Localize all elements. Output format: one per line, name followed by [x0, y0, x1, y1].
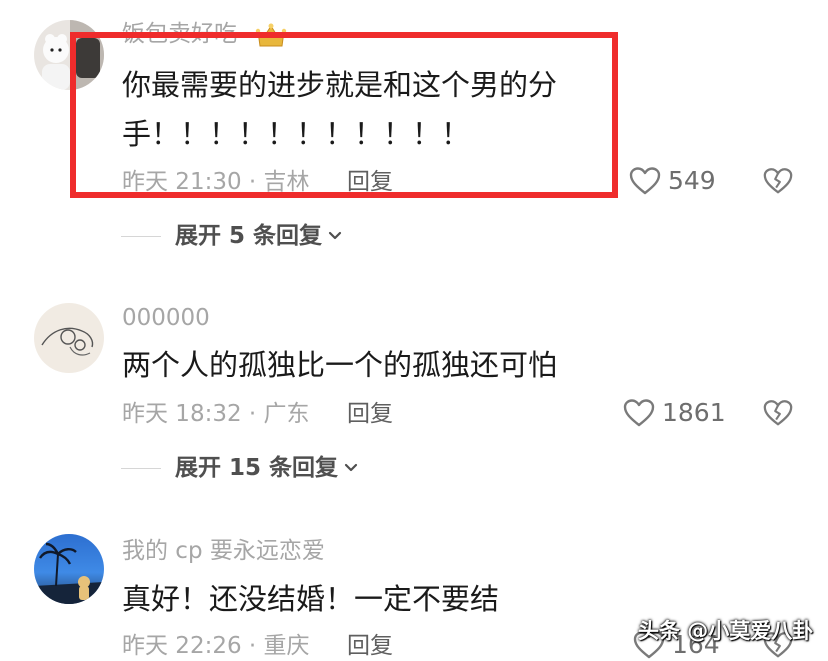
avatar[interactable]: [34, 303, 104, 373]
dislike-button[interactable]: [762, 166, 794, 196]
comment-text-line: 两个人的孤独比一个的孤独还可怕: [122, 348, 558, 382]
avatar[interactable]: [34, 20, 104, 90]
comment-text-line: 你最需要的进步就是和这个男的分: [122, 68, 558, 102]
expand-replies-label: 展开 15 条回复: [175, 455, 339, 481]
expand-replies-button[interactable]: 展开 5 条回复: [121, 222, 343, 250]
crown-badge-icon: [255, 22, 287, 54]
chevron-down-icon: [344, 463, 358, 472]
avatar-image: [34, 303, 104, 373]
broken-heart-icon: [763, 168, 793, 194]
like-button[interactable]: 1861: [622, 398, 726, 428]
comment-section: 饭包卖好吃 你最需要的进步就是和这个男的分 手！！！！！！！！！！！ 昨天 21…: [0, 0, 828, 661]
broken-heart-icon: [763, 400, 793, 426]
watermark: 头条 @小莫爱八卦: [638, 619, 814, 643]
comment-meta: 昨天 21:30 · 吉林: [122, 169, 310, 195]
heart-outline-icon: [623, 399, 655, 427]
chevron-down-icon: [328, 231, 342, 240]
reply-button[interactable]: 回复: [347, 400, 393, 428]
heart-outline-icon: [629, 167, 661, 195]
comment-text-line: 真好！还没结婚！一定不要结: [122, 582, 500, 616]
comment-username[interactable]: 饭包卖好吃: [122, 20, 237, 48]
expand-replies-button[interactable]: 展开 15 条回复: [121, 454, 359, 482]
comment-meta: 昨天 22:26 · 重庆: [122, 633, 310, 659]
like-count: 1861: [662, 398, 726, 427]
divider-line: [121, 467, 161, 469]
divider-line: [121, 235, 161, 237]
avatar-image: [34, 534, 104, 604]
avatar[interactable]: [34, 534, 104, 604]
reply-button[interactable]: 回复: [347, 168, 393, 196]
avatar-image: [34, 20, 104, 90]
like-count: 549: [668, 166, 716, 195]
comment-username[interactable]: 000000: [122, 304, 210, 332]
comment-text-line: 手！！！！！！！！！！！: [122, 117, 471, 151]
comment-username[interactable]: 我的 cp 要永远恋爱: [122, 537, 325, 565]
expand-replies-label: 展开 5 条回复: [175, 223, 323, 249]
dislike-button[interactable]: [762, 398, 794, 428]
reply-button[interactable]: 回复: [347, 632, 393, 660]
like-button[interactable]: 549: [628, 166, 716, 196]
comment-meta: 昨天 18:32 · 广东: [122, 401, 310, 427]
